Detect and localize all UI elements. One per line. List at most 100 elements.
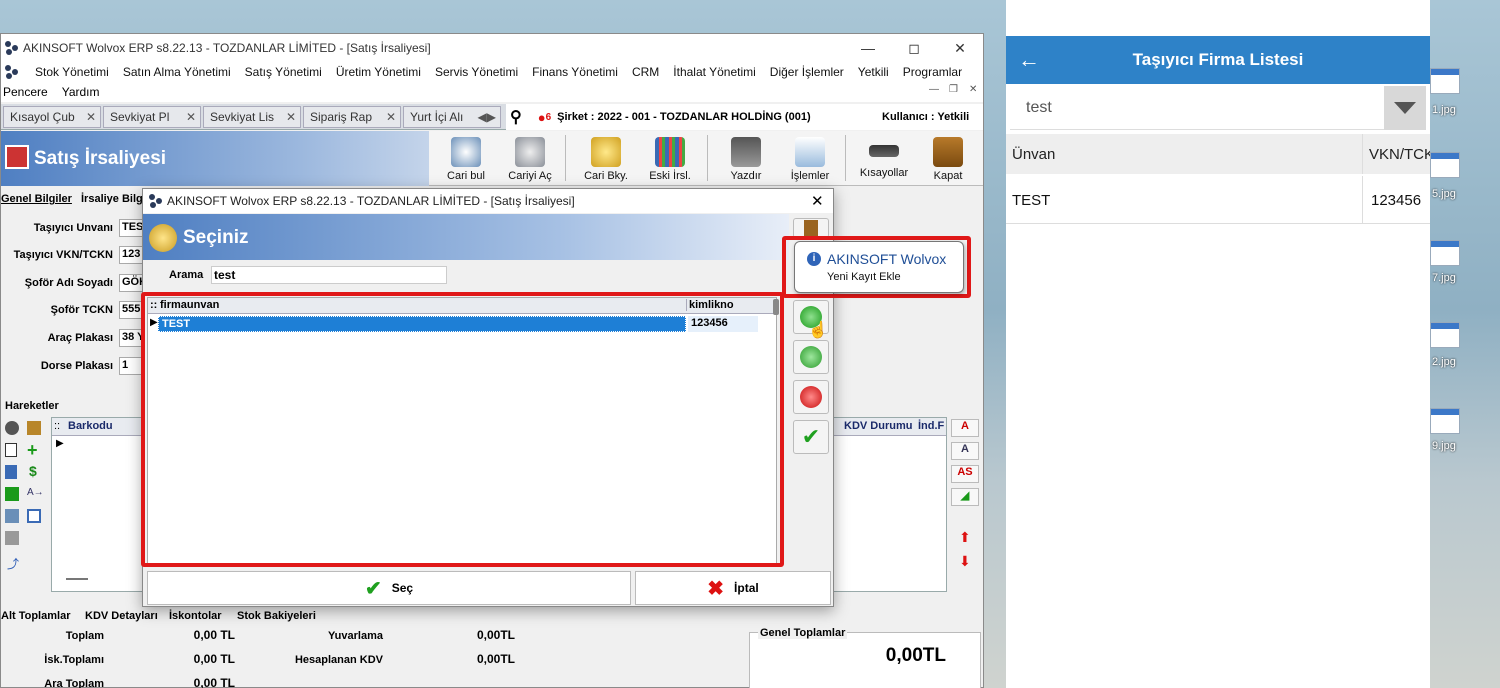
list-item[interactable]: TEST 123456 (1006, 176, 1430, 224)
filter-button[interactable] (1384, 86, 1426, 130)
scrollbar-thumb[interactable] (773, 299, 779, 315)
title-bar[interactable]: AKINSOFT Wolvox ERP s8.22.13 - TOZDANLAR… (1, 34, 983, 62)
menu-pencere[interactable]: Pencere (3, 85, 48, 99)
binoculars-icon[interactable] (5, 509, 19, 523)
tab-irsaliye-bilgileri[interactable]: İrsaliye Bilg (81, 193, 143, 205)
arrow-up-icon[interactable]: ⬆ (959, 529, 971, 546)
tab-close-icon[interactable]: ✕ (286, 110, 296, 124)
close-button[interactable]: ✕ (937, 34, 983, 62)
tab-scroll-icon[interactable]: ◀▶ (478, 110, 496, 124)
menu-stok[interactable]: Stok Yönetimi (35, 65, 109, 79)
dollar-icon[interactable]: $ (29, 463, 37, 479)
spellcheck-icon[interactable]: A→ (27, 487, 44, 498)
tab-close-icon[interactable]: ✕ (386, 110, 396, 124)
mdi-restore-icon[interactable]: ❐ (949, 84, 958, 95)
search-icon[interactable]: ⚲ (510, 107, 522, 127)
as-button[interactable]: AS (951, 465, 979, 483)
eski-irsaliye-button[interactable]: Eski İrsl. (639, 131, 701, 186)
cancel-button[interactable]: ✖ İptal (635, 571, 831, 605)
dialog-title-bar[interactable]: AKINSOFT Wolvox ERP s8.22.13 - TOZDANLAR… (143, 189, 833, 213)
tab-stok-bakiyeleri[interactable]: Stok Bakiyeleri (237, 610, 316, 622)
cari-bakiye-button[interactable]: Cari Bky. (575, 131, 637, 186)
settings-icon[interactable] (5, 421, 19, 435)
kisayollar-button[interactable]: Kısayollar (853, 131, 915, 186)
menu-ithalat[interactable]: İthalat Yönetimi (673, 65, 756, 79)
desktop-file-icon[interactable] (1430, 68, 1460, 94)
tab-sevkiyat-lis[interactable]: Sevkiyat Lis ✕ (203, 106, 301, 128)
menu-servis[interactable]: Servis Yönetimi (435, 65, 518, 79)
tab-yurt-ici[interactable]: Yurt İçi Alı ◀▶ (403, 106, 501, 128)
mobile-search-input[interactable] (1010, 86, 1384, 130)
grid-menu-icon[interactable]: :: (150, 299, 157, 311)
menu-finans[interactable]: Finans Yönetimi (532, 65, 618, 79)
menu-uretim[interactable]: Üretim Yönetimi (336, 65, 421, 79)
menu-yardim[interactable]: Yardım (62, 85, 100, 99)
select-button[interactable]: ✔ Seç (147, 571, 631, 605)
arrow-down-icon[interactable]: ⬇ (959, 553, 971, 570)
tab-close-icon[interactable]: ✕ (186, 110, 196, 124)
tab-alt-toplamlar[interactable]: Alt Toplamlar (1, 610, 70, 622)
menu-diger[interactable]: Diğer İşlemler (770, 65, 844, 79)
grid-scroll-handle[interactable] (66, 578, 88, 580)
tab-kisayol[interactable]: Kısayol Çub ✕ (3, 106, 101, 128)
mdi-minimize-icon[interactable]: — (929, 84, 939, 95)
replace-button[interactable]: A (951, 442, 979, 460)
kapat-button[interactable]: Kapat (917, 131, 979, 186)
add-row-icon[interactable] (5, 487, 19, 501)
desktop-file-icon[interactable] (1430, 408, 1460, 434)
desktop-file-icon[interactable] (1430, 152, 1460, 178)
back-arrow-icon[interactable]: ← (1018, 48, 1042, 72)
link-icon[interactable]: ⤴ (7, 555, 19, 572)
tab-iskontolar[interactable]: İskontolar (169, 610, 222, 622)
tab-sevkiyat-pl[interactable]: Sevkiyat Pl ✕ (103, 106, 201, 128)
maximize-button[interactable]: ◻ (891, 34, 937, 62)
copy-icon[interactable] (5, 531, 19, 545)
list-icon[interactable] (5, 465, 17, 479)
triangle-icon[interactable]: ◢ (951, 488, 979, 506)
results-grid[interactable]: :: firmaunvan kimlikno ▶ TEST 123456 (147, 297, 777, 567)
delete-record-button[interactable] (793, 380, 829, 414)
mdi-close-icon[interactable]: ✕ (969, 84, 977, 95)
cell-kimlikno[interactable]: 123456 (688, 316, 758, 332)
desktop-file-icon[interactable] (1430, 240, 1460, 266)
bell-icon[interactable]: ● (538, 110, 546, 125)
column-kdv-durumu[interactable]: KDV Durumu (844, 420, 912, 432)
column-barkodu[interactable]: Barkodu (68, 420, 113, 432)
menu-crm[interactable]: CRM (632, 65, 659, 79)
new-document-icon[interactable] (5, 443, 17, 457)
coins-icon (149, 224, 177, 252)
toolbar-separator (845, 135, 846, 181)
table-row[interactable]: TEST 123456 (158, 316, 758, 332)
column-firmaunvan[interactable]: firmaunvan (160, 299, 219, 311)
tab-genel-bilgiler[interactable]: Genel Bilgiler (1, 193, 72, 205)
menu-programlar[interactable]: Programlar (903, 65, 962, 79)
plus-icon[interactable]: + (27, 441, 38, 459)
grid-menu-icon[interactable]: :: (54, 420, 60, 432)
menu-satis[interactable]: Satış Yönetimi (245, 65, 322, 79)
cell-firmaunvan[interactable]: TEST (158, 316, 686, 332)
dialog-heading: Seçiniz (183, 227, 249, 248)
tab-kdv-detaylari[interactable]: KDV Detayları (85, 610, 158, 622)
frame-icon[interactable] (27, 509, 41, 523)
font-button[interactable]: A (951, 419, 979, 437)
desktop-file-label: 5.jpg (1432, 188, 1456, 200)
confirm-record-button[interactable]: ✔ (793, 420, 829, 454)
column-ind[interactable]: İnd.F (918, 420, 944, 432)
tab-siparis-rap[interactable]: Sipariş Rap ✕ (303, 106, 401, 128)
cariyi-ac-button[interactable]: Cariyi Aç (499, 131, 561, 186)
desktop-file-icon[interactable] (1430, 322, 1460, 348)
menu-yetkili[interactable]: Yetkili (858, 65, 889, 79)
box-icon[interactable] (27, 421, 41, 435)
column-kimlikno[interactable]: kimlikno (686, 299, 734, 311)
minimize-button[interactable]: — (845, 34, 891, 62)
dialog-close-icon[interactable]: ✕ (811, 192, 824, 210)
tab-close-icon[interactable]: ✕ (86, 110, 96, 124)
search-input[interactable] (211, 266, 447, 284)
islemler-button[interactable]: İşlemler (779, 131, 841, 186)
menu-satin-alma[interactable]: Satın Alma Yönetimi (123, 65, 231, 79)
exit-icon[interactable] (793, 218, 829, 238)
cari-bul-button[interactable]: Cari bul (435, 131, 497, 186)
balance-icon (591, 137, 621, 167)
edit-record-button[interactable] (793, 340, 829, 374)
yazdir-button[interactable]: Yazdır (715, 131, 777, 186)
